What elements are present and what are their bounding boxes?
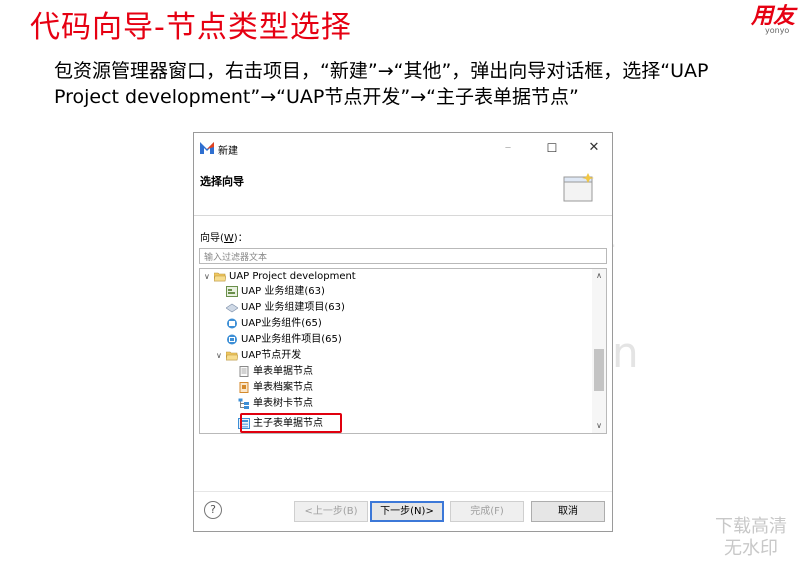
maximize-button[interactable]: ☐ [542,139,562,157]
back-button[interactable]: <上一步(B) [294,501,368,522]
chevron-down-icon[interactable]: ∨ [592,419,606,433]
wizard-tree[interactable]: ∨ UAP Project development UAP 业务组建(63) UA… [199,268,607,434]
chevron-down-icon[interactable]: ∨ [216,348,226,363]
tree-item-single-bill-node[interactable]: 单表单据节点 [238,364,313,379]
business-component-icon [226,318,238,329]
tree-item-label: 单表档案节点 [253,382,313,393]
tree-item-single-archive-node[interactable]: 单表档案节点 [238,380,313,395]
folder-open-icon [214,271,226,282]
filter-label-key: W [223,233,234,244]
chevron-up-icon[interactable]: ∧ [592,269,606,283]
project-icon [226,302,238,313]
tree-item-business-module-project[interactable]: UAP业务组件项目(65) [226,332,342,347]
folder-open-icon [226,350,238,361]
finish-button[interactable]: 完成(F) [450,501,524,522]
watermark-line: 无水印 [724,538,778,559]
tree-item-single-tree-card-node[interactable]: 单表树卡节点 [238,396,313,411]
tree-item-business-component-project[interactable]: UAP 业务组建项目(63) [226,300,345,315]
wizard-header: 选择向导 [194,163,612,215]
archive-icon [238,381,250,393]
faint-mark: n [612,328,639,377]
tree-item-uap-node-development[interactable]: ∨ UAP节点开发 [216,348,301,363]
new-wizard-dialog: 新建 – ☐ ✕ 选择向导 向导(W)： 输入过滤器文本 ∨ UAP Projec… [193,132,613,532]
filter-label: 向导(W)： [200,229,248,244]
wizard-banner-icon [563,173,594,202]
tree-item-label: 单表树卡节点 [253,398,313,409]
selection-highlight-box [240,413,342,433]
slide-title: 代码向导-节点类型选择 [30,10,352,45]
tree-item-label: UAP 业务组建项目(63) [241,302,345,313]
tree-item-label: 单表单据节点 [253,366,313,377]
tree-item-label: UAP业务组件(65) [241,318,322,329]
tree-item-label: UAP节点开发 [241,350,302,361]
tree-scrollbar[interactable]: ∧ ∨ [592,269,606,433]
filter-label-text: 向导( [200,233,224,244]
tree-item-label: UAP 业务组建(63) [241,286,325,297]
filter-label-end: )： [233,233,248,244]
dialog-titlebar: 新建 – ☐ ✕ [194,133,612,163]
watermark: 下载高清 无水印 [715,516,787,560]
tree-item-label: UAP业务组件项目(65) [241,334,342,345]
brand-subtext: yonyo [765,26,790,35]
tree-item-uap-project-development[interactable]: ∨ UAP Project development [204,269,356,284]
business-project-icon [226,334,238,345]
header-separator [194,215,612,216]
tree-item-business-module[interactable]: UAP业务组件(65) [226,316,322,331]
minimize-button[interactable]: – [498,139,518,157]
close-button[interactable]: ✕ [584,139,604,157]
slide-description: 包资源管理器窗口，右击项目，“新建”→“其他”，弹出向导对话框，选择“UAP P… [54,60,709,108]
app-logo-icon [200,142,214,154]
tree-card-icon [238,398,250,409]
help-icon[interactable]: ? [204,501,222,519]
wizard-header-title: 选择向导 [200,175,244,188]
window-title: 新建 [218,146,238,157]
filter-input[interactable]: 输入过滤器文本 [199,248,607,264]
cancel-button[interactable]: 取消 [531,501,605,522]
chevron-down-icon[interactable]: ∨ [204,269,214,284]
footer-separator [194,491,612,492]
next-button[interactable]: 下一步(N)> [370,501,444,522]
component-icon [226,285,238,297]
watermark-line: 下载高清 [715,516,787,537]
scrollbar-thumb[interactable] [594,349,604,391]
document-icon [238,365,250,377]
brand-logo: 用友 yonyo [751,0,805,35]
tree-item-label: UAP Project development [229,271,356,282]
tree-item-business-component[interactable]: UAP 业务组建(63) [226,284,325,299]
